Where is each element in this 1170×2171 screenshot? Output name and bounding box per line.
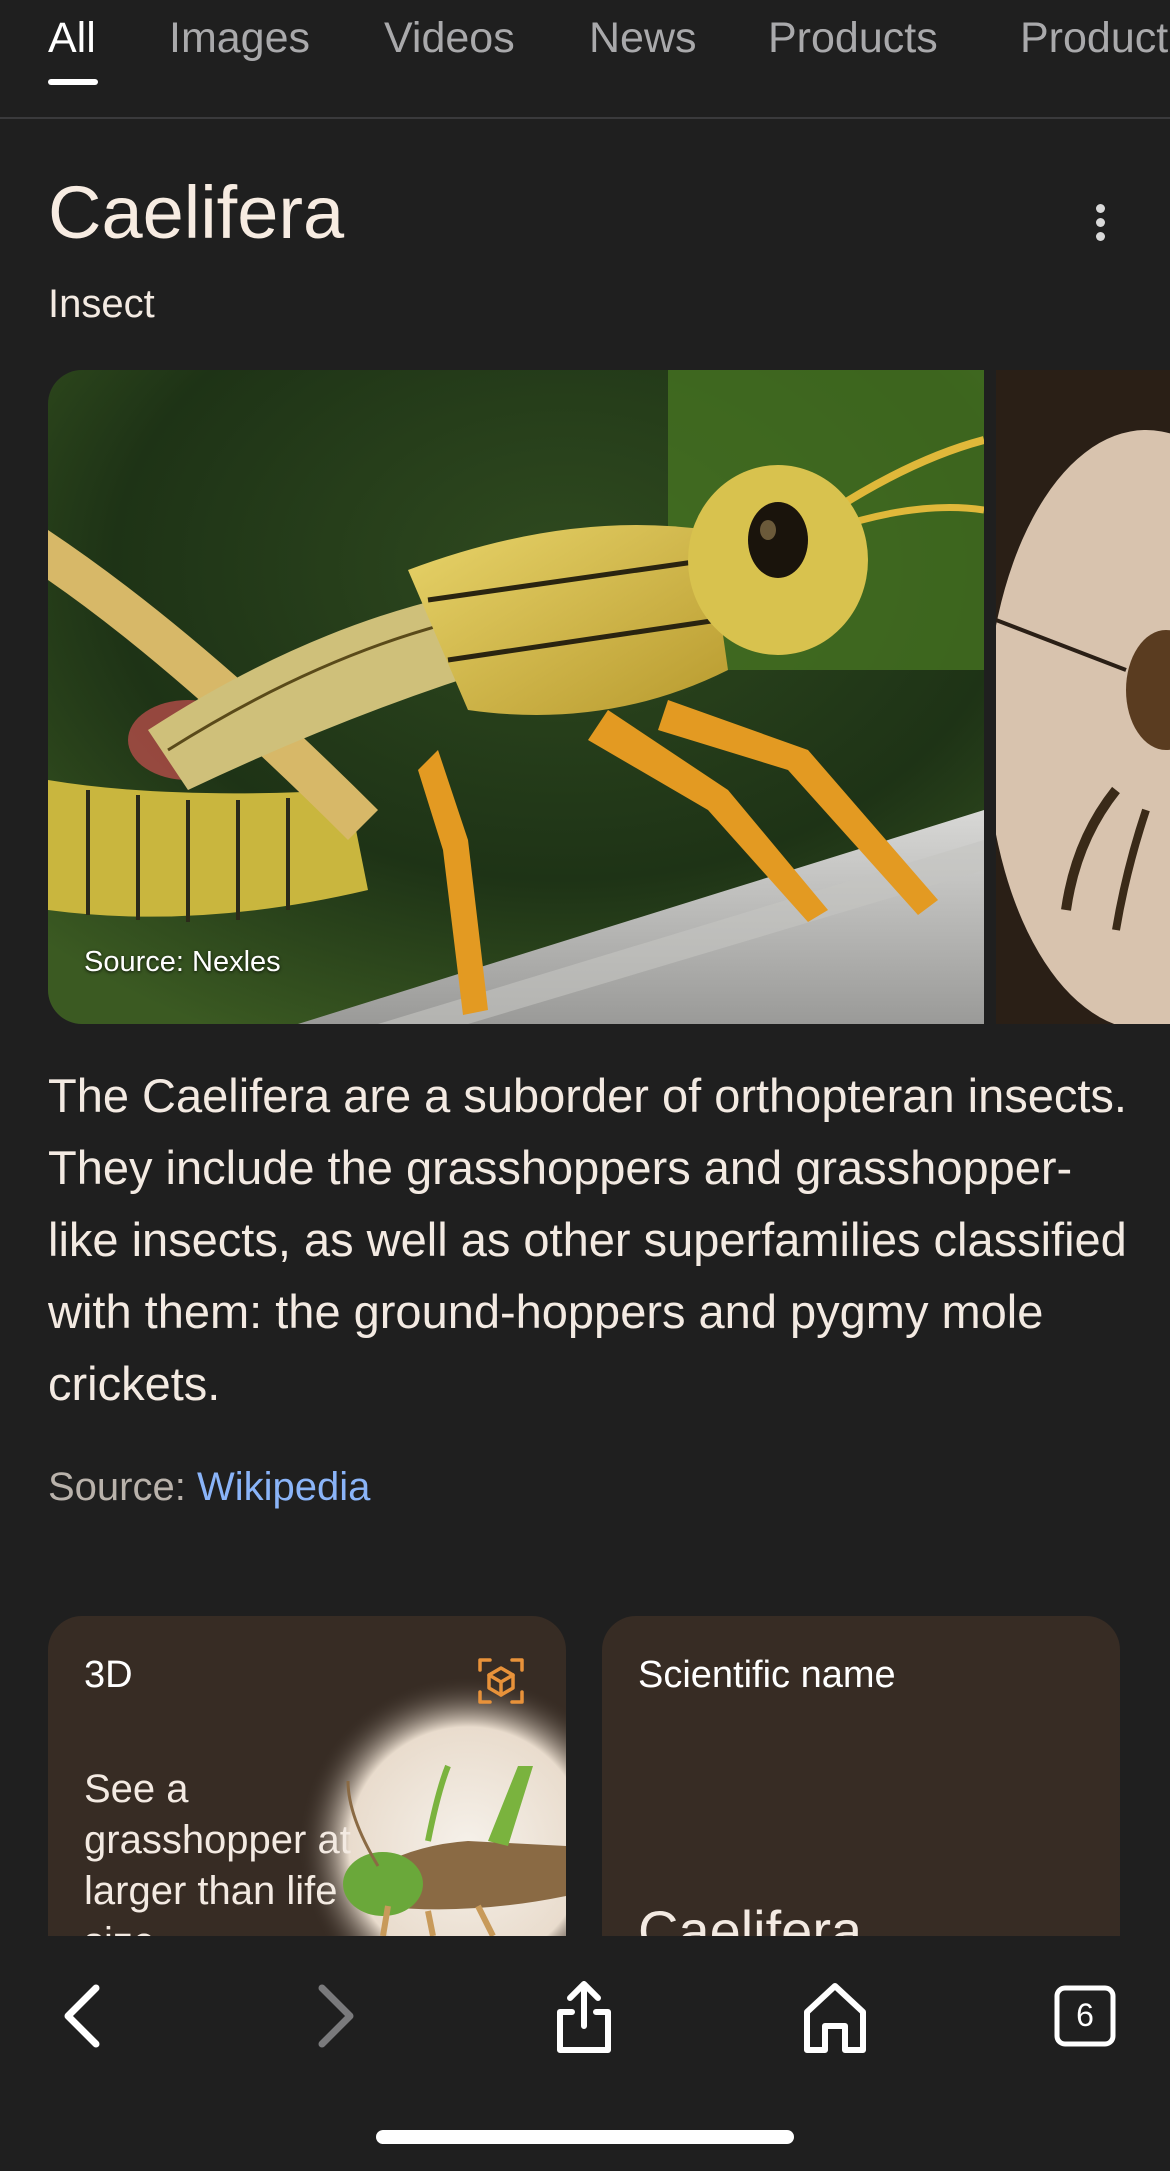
active-tab-indicator — [48, 79, 98, 85]
grasshopper-image — [48, 370, 984, 1024]
browser-toolbar: 6 — [0, 1936, 1170, 2171]
card-3d-view[interactable]: 3D See a grasshopper at larger than life… — [48, 1616, 566, 1936]
back-icon[interactable] — [44, 1976, 124, 2056]
entity-image-secondary[interactable] — [996, 370, 1170, 1024]
description-source: Source: Wikipedia — [48, 1465, 370, 1510]
entity-image[interactable] — [48, 370, 984, 1024]
entity-description: The Caelifera are a suborder of orthopte… — [48, 1069, 1127, 1410]
card-scientific-name[interactable]: Scientific name Caelifera — [602, 1616, 1120, 1936]
share-icon[interactable] — [544, 1976, 624, 2056]
entity-subtitle: Insect — [48, 282, 155, 326]
card-3d-label: 3D — [84, 1654, 133, 1696]
tab-images[interactable]: Images — [169, 14, 310, 63]
search-tabs: All Images Videos News Products Product — [0, 0, 1170, 119]
ar-cube-icon[interactable] — [476, 1656, 526, 1706]
wikipedia-link[interactable]: Wikipedia — [197, 1465, 370, 1509]
tab-product-more[interactable]: Product — [1020, 14, 1168, 63]
forward-icon[interactable] — [294, 1976, 374, 2056]
tab-all[interactable]: All — [48, 14, 96, 63]
tabs-button[interactable]: 6 — [1045, 1976, 1125, 2056]
source-label: Source: — [48, 1465, 197, 1509]
more-options-icon[interactable] — [1080, 200, 1120, 244]
scientific-name-label: Scientific name — [638, 1654, 896, 1696]
home-icon[interactable] — [795, 1976, 875, 2056]
tab-products[interactable]: Products — [768, 14, 938, 63]
tab-count: 6 — [1076, 1997, 1094, 2033]
tab-news[interactable]: News — [589, 14, 697, 63]
entity-title: Caelifera — [48, 171, 345, 254]
scientific-name-value: Caelifera — [638, 1899, 863, 1936]
tab-videos[interactable]: Videos — [384, 14, 515, 63]
home-indicator[interactable] — [376, 2130, 794, 2144]
card-3d-text: See a grasshopper at larger than life si… — [84, 1767, 351, 1936]
cricket-image — [996, 370, 1170, 1024]
image-source-caption: Source: Nexles — [84, 946, 281, 978]
